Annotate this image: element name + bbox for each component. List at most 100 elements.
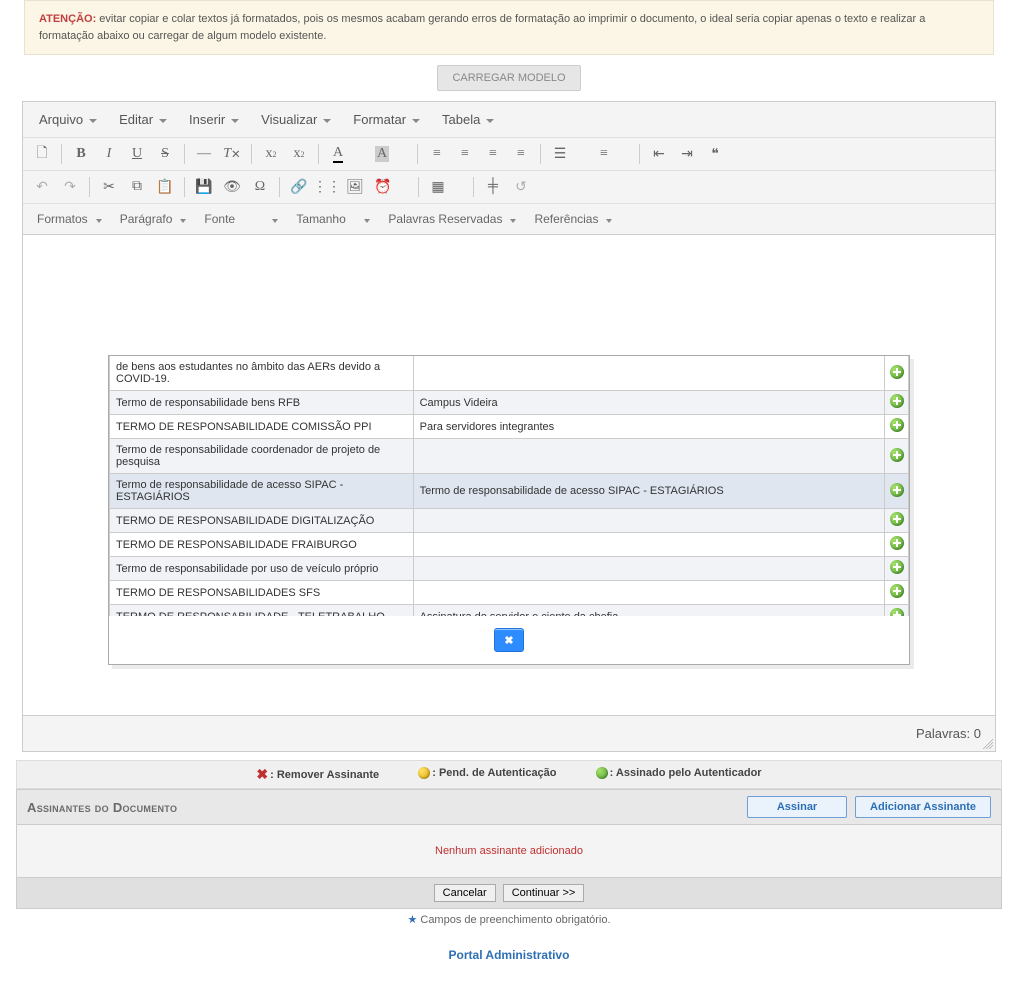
align-center-icon[interactable]: ≡ — [452, 142, 478, 166]
formatos-dropdown[interactable]: Formatos — [29, 208, 110, 230]
paste-icon[interactable]: 📋 — [152, 175, 178, 199]
copy-icon[interactable]: ⧉ — [124, 175, 150, 199]
bullet-list-icon[interactable]: ☰ — [547, 142, 573, 166]
paragrafo-dropdown[interactable]: Parágrafo — [112, 208, 195, 230]
close-modal-button[interactable]: ✖ — [494, 628, 524, 652]
dropdown-label: Parágrafo — [120, 212, 173, 226]
add-icon[interactable] — [890, 584, 904, 598]
tamanho-dropdown[interactable]: Tamanho — [288, 208, 378, 230]
warning-text: evitar copiar e colar textos já formatad… — [39, 13, 925, 42]
continuar-button[interactable]: Continuar >> — [503, 884, 585, 902]
menu-label: Arquivo — [39, 112, 83, 127]
add-icon[interactable] — [890, 394, 904, 408]
align-left-icon[interactable]: ≡ — [424, 142, 450, 166]
number-list-icon[interactable]: ≡ — [591, 142, 617, 166]
table-cell-name: de bens aos estudantes no âmbito das AER… — [110, 356, 414, 391]
hr-icon[interactable]: ― — [191, 142, 217, 166]
unlink-icon[interactable]: ⋮⋮ — [314, 175, 340, 199]
page-break-icon[interactable]: ╪ — [480, 175, 506, 199]
text-color-dropdown[interactable] — [353, 142, 367, 166]
restore-icon[interactable]: ↺ — [508, 175, 534, 199]
close-icon: ✖ — [504, 634, 513, 647]
table-dropdown[interactable] — [453, 175, 467, 199]
bullet-dropdown[interactable] — [575, 142, 589, 166]
add-icon[interactable] — [890, 418, 904, 432]
table-row[interactable]: de bens aos estudantes no âmbito das AER… — [110, 356, 909, 391]
superscript-icon[interactable]: x2 — [286, 142, 312, 166]
dropdown-label: Tamanho — [296, 212, 345, 226]
table-icon[interactable]: ▦ — [425, 175, 451, 199]
table-cell-action — [885, 415, 909, 439]
adicionar-assinante-button[interactable]: Adicionar Assinante — [855, 796, 991, 818]
table-row[interactable]: TERMO DE RESPONSABILIDADE FRAIBURGO — [110, 533, 909, 557]
carregar-modelo-button[interactable]: CARREGAR MODELO — [437, 65, 580, 91]
table-row[interactable]: Termo de responsabilidade coordenador de… — [110, 439, 909, 474]
assinantes-title: Assinantes do Documento — [27, 800, 177, 815]
clock-dropdown[interactable] — [398, 175, 412, 199]
blockquote-icon[interactable]: ❝ — [702, 142, 728, 166]
clear-format-icon[interactable]: T✕ — [219, 142, 245, 166]
menu-editar[interactable]: Editar — [109, 106, 177, 133]
preview-icon[interactable]: 👁 — [219, 175, 245, 199]
subscript-icon[interactable]: x2 — [258, 142, 284, 166]
text-color-icon[interactable]: A — [325, 142, 351, 166]
add-icon[interactable] — [890, 608, 904, 616]
table-row[interactable]: TERMO DE RESPONSABILIDADES SFS — [110, 581, 909, 605]
bold-icon[interactable]: B — [68, 142, 94, 166]
add-icon[interactable] — [890, 560, 904, 574]
table-cell-action — [885, 509, 909, 533]
referencias-dropdown[interactable]: Referências — [526, 208, 620, 230]
redo-icon[interactable]: ↷ — [57, 175, 83, 199]
undo-icon[interactable]: ↶ — [29, 175, 55, 199]
portal-administrativo-link[interactable]: Portal Administrativo — [0, 926, 1018, 984]
table-cell-name: TERMO DE RESPONSABILIDADE DIGITALIZAÇÃO — [110, 509, 414, 533]
assinar-button[interactable]: Assinar — [747, 796, 847, 818]
bg-color-dropdown[interactable] — [397, 142, 411, 166]
table-row[interactable]: TERMO DE RESPONSABILIDADE DIGITALIZAÇÃO — [110, 509, 909, 533]
editor-canvas[interactable]: de bens aos estudantes no âmbito das AER… — [23, 235, 995, 715]
legend-label: : Pend. de Autenticação — [432, 767, 556, 779]
image-icon[interactable]: 🖼 — [342, 175, 368, 199]
add-icon[interactable] — [890, 365, 904, 379]
menu-arquivo[interactable]: Arquivo — [29, 106, 107, 133]
menu-formatar[interactable]: Formatar — [343, 106, 430, 133]
resize-grip-icon[interactable] — [983, 739, 993, 749]
table-cell-name: TERMO DE RESPONSABILIDADE - TELETRABALHO — [110, 605, 414, 617]
modal-body: de bens aos estudantes no âmbito das AER… — [109, 356, 909, 616]
menu-visualizar[interactable]: Visualizar — [251, 106, 341, 133]
link-icon[interactable]: 🔗 — [286, 175, 312, 199]
outdent-icon[interactable]: ⇤ — [646, 142, 672, 166]
omega-icon[interactable]: Ω — [247, 175, 273, 199]
add-icon[interactable] — [890, 448, 904, 462]
table-row[interactable]: Termo de responsabilidade por uso de veí… — [110, 557, 909, 581]
align-right-icon[interactable]: ≡ — [480, 142, 506, 166]
strike-icon[interactable]: S — [152, 142, 178, 166]
italic-icon[interactable]: I — [96, 142, 122, 166]
add-icon[interactable] — [890, 512, 904, 526]
save-icon[interactable]: 💾 — [191, 175, 217, 199]
menu-label: Inserir — [189, 112, 225, 127]
add-icon[interactable] — [890, 483, 904, 497]
assinantes-header: Assinantes do Documento Assinar Adiciona… — [16, 789, 1002, 825]
bg-color-icon[interactable]: A — [369, 142, 395, 166]
table-row[interactable]: TERMO DE RESPONSABILIDADE - TELETRABALHO… — [110, 605, 909, 617]
dropdown-label: Fonte — [204, 212, 235, 226]
star-icon: ★ — [407, 914, 417, 926]
table-row[interactable]: Termo de responsabilidade bens RFBCampus… — [110, 391, 909, 415]
table-row[interactable]: TERMO DE RESPONSABILIDADE COMISSÃO PPIPa… — [110, 415, 909, 439]
cut-icon[interactable]: ✂ — [96, 175, 122, 199]
table-row[interactable]: Termo de responsabilidade de acesso SIPA… — [110, 474, 909, 509]
clock-icon[interactable]: ⏰ — [370, 175, 396, 199]
number-dropdown[interactable] — [619, 142, 633, 166]
palavras-reservadas-dropdown[interactable]: Palavras Reservadas — [380, 208, 524, 230]
fonte-dropdown[interactable]: Fonte — [196, 208, 286, 230]
menu-tabela[interactable]: Tabela — [432, 106, 504, 133]
new-doc-icon[interactable]: 🗋 — [29, 142, 55, 166]
menu-label: Editar — [119, 112, 153, 127]
cancelar-button[interactable]: Cancelar — [434, 884, 496, 902]
underline-icon[interactable]: U — [124, 142, 150, 166]
add-icon[interactable] — [890, 536, 904, 550]
align-justify-icon[interactable]: ≡ — [508, 142, 534, 166]
indent-icon[interactable]: ⇥ — [674, 142, 700, 166]
menu-inserir[interactable]: Inserir — [179, 106, 249, 133]
